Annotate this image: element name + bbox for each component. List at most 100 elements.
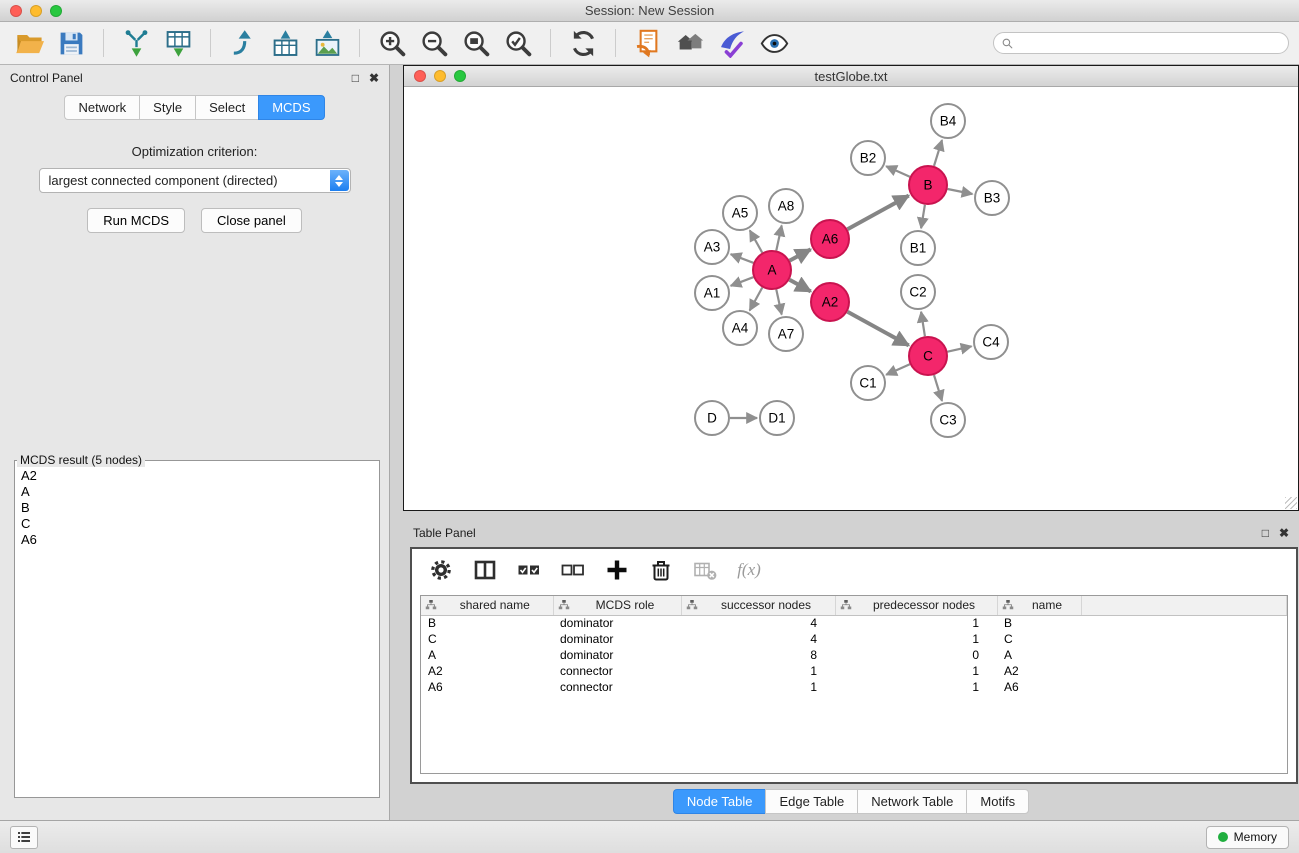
table-cell[interactable]: 0 [835,647,997,663]
import-table-button[interactable] [159,26,197,60]
table-cell[interactable]: A2 [997,663,1081,679]
task-history-button[interactable] [10,826,38,849]
column-header-MCDS-role[interactable]: MCDS role [553,596,681,615]
table-cell[interactable]: B [421,615,553,631]
table-cell[interactable]: A [421,647,553,663]
save-session-button[interactable] [52,26,90,60]
search-box[interactable] [993,32,1289,54]
table-cell[interactable]: connector [553,663,681,679]
zoom-fit-button[interactable] [457,26,495,60]
open-session-button[interactable] [10,26,48,60]
select-all-button[interactable] [512,554,546,586]
edge-A-A3[interactable] [731,254,754,263]
float-panel-icon[interactable]: □ [352,72,359,84]
table-cell[interactable]: C [997,631,1081,647]
network-zoom-button[interactable] [454,70,466,82]
columns-button[interactable] [468,554,502,586]
result-item[interactable]: A2 [21,468,373,484]
node-A1[interactable]: A1 [695,276,729,310]
gear-button[interactable] [424,554,458,586]
table-cell[interactable]: A6 [421,679,553,695]
node-D[interactable]: D [695,401,729,435]
table-row[interactable]: A6connector11A6 [421,679,1287,695]
table-tab-node-table[interactable]: Node Table [673,789,766,814]
table-cell[interactable]: 1 [681,663,835,679]
tab-style[interactable]: Style [139,95,195,120]
export-image-button[interactable] [308,26,346,60]
result-item[interactable]: A6 [21,532,373,548]
edge-A-A7[interactable] [776,290,781,315]
table-close-panel-icon[interactable]: ✖ [1279,527,1289,539]
table-cell[interactable]: 4 [681,631,835,647]
result-item[interactable]: A [21,484,373,500]
table-delete-button[interactable] [688,554,722,586]
table-cell[interactable]: 8 [681,647,835,663]
node-C1[interactable]: C1 [851,366,885,400]
add-button[interactable] [600,554,634,586]
network-close-button[interactable] [414,70,426,82]
result-item[interactable]: B [21,500,373,516]
column-header-shared-name[interactable]: shared name [421,596,553,615]
edge-C-C3[interactable] [934,375,942,401]
table-cell[interactable]: 4 [681,615,835,631]
search-input[interactable] [1018,36,1281,50]
edge-A-A8[interactable] [776,226,781,251]
zoom-in-button[interactable] [373,26,411,60]
table-cell[interactable]: A [997,647,1081,663]
node-A4[interactable]: A4 [723,311,757,345]
optimization-criterion-dropdown[interactable]: largest connected component (directed) [39,168,351,193]
zoom-window-button[interactable] [50,5,62,17]
table-cell[interactable]: dominator [553,631,681,647]
show-details-button[interactable] [755,26,793,60]
edge-A6-B[interactable] [848,196,909,230]
table-cell[interactable]: C [421,631,553,647]
node-C[interactable]: C [909,337,947,375]
node-B2[interactable]: B2 [851,141,885,175]
import-network-button[interactable] [117,26,155,60]
edge-A-A1[interactable] [731,277,754,286]
mcds-result-list[interactable]: A2ABCA6 [15,467,379,549]
network-minimize-button[interactable] [434,70,446,82]
table-row[interactable]: Cdominator41C [421,631,1287,647]
table-row[interactable]: A2connector11A2 [421,663,1287,679]
tab-mcds[interactable]: MCDS [258,95,324,120]
export-table-button[interactable] [266,26,304,60]
table-cell[interactable]: 1 [835,615,997,631]
tab-select[interactable]: Select [195,95,258,120]
export-network-button[interactable] [224,26,262,60]
table-cell[interactable]: A2 [421,663,553,679]
column-header-successor-nodes[interactable]: successor nodes [681,596,835,615]
node-B1[interactable]: B1 [901,231,935,265]
node-B4[interactable]: B4 [931,104,965,138]
run-mcds-button[interactable]: Run MCDS [87,208,185,233]
table-tab-network-table[interactable]: Network Table [857,789,966,814]
table-row[interactable]: Bdominator41B [421,615,1287,631]
unselect-all-button[interactable] [556,554,590,586]
zoom-selected-button[interactable] [499,26,537,60]
table-cell[interactable]: A6 [997,679,1081,695]
edge-A-A5[interactable] [750,230,762,252]
table-cell[interactable]: 1 [835,663,997,679]
tab-network[interactable]: Network [64,95,139,120]
resize-grip[interactable] [1285,497,1297,509]
result-item[interactable]: C [21,516,373,532]
apply-layout-button[interactable] [564,26,602,60]
table-cell[interactable]: dominator [553,615,681,631]
table-cell[interactable]: 1 [681,679,835,695]
node-A6[interactable]: A6 [811,220,849,258]
style-brush-button[interactable] [713,26,751,60]
node-B3[interactable]: B3 [975,181,1009,215]
edge-A-A4[interactable] [750,288,763,311]
open-doc-button[interactable] [629,26,667,60]
trash-button[interactable] [644,554,678,586]
table-cell[interactable]: 1 [835,679,997,695]
close-panel-icon[interactable]: ✖ [369,72,379,84]
function-builder-button[interactable]: f(x) [732,554,766,586]
node-C3[interactable]: C3 [931,403,965,437]
edge-A-A6[interactable] [790,249,811,260]
edge-A2-C[interactable] [848,312,909,346]
network-overview-button[interactable] [671,26,709,60]
edge-B-B4[interactable] [934,140,942,166]
edge-B-B3[interactable] [948,189,973,194]
table-float-panel-icon[interactable]: □ [1262,527,1269,539]
